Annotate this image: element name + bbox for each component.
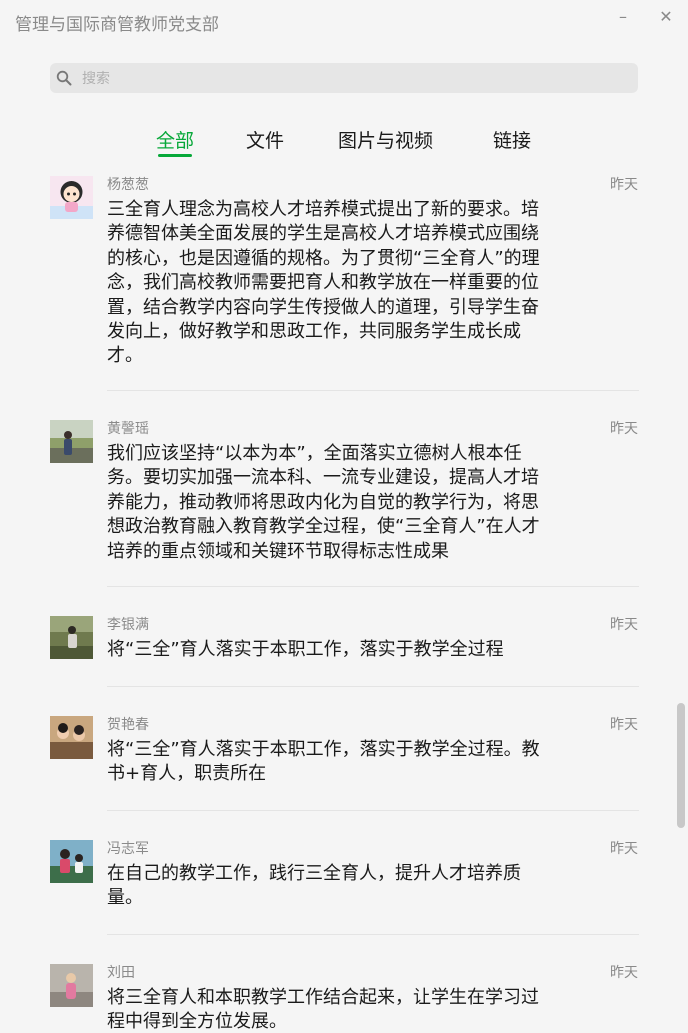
tab-files[interactable]: 文件 (246, 126, 284, 153)
message-time: 昨天 (610, 717, 638, 733)
message-text: 将三全育人和本职教学工作结合起来，让学生在学习过程中得到全方位发展。 (107, 987, 539, 1033)
tab-images-videos[interactable]: 图片与视频 (338, 126, 433, 153)
message-time: 昨天 (610, 965, 638, 981)
active-tab-indicator (158, 154, 192, 157)
family-photo-avatar[interactable] (50, 840, 93, 883)
divider (107, 934, 639, 935)
cartoon-girl-avatar[interactable] (50, 176, 93, 219)
divider (107, 810, 639, 811)
sender-name: 黄謦瑶 (107, 421, 149, 437)
sender-name: 刘田 (107, 965, 135, 981)
tab-all[interactable]: 全部 (156, 126, 194, 153)
message-time: 昨天 (610, 177, 638, 193)
message-text: 在自己的教学工作，践行三全育人，提升人才培养质量。 (107, 863, 521, 909)
scrollbar-thumb[interactable] (677, 703, 685, 828)
search-icon (56, 70, 72, 86)
divider (107, 586, 639, 587)
divider (107, 686, 639, 687)
divider (107, 390, 639, 391)
sender-name: 冯志军 (107, 841, 149, 857)
minimize-button[interactable]: – (612, 6, 634, 28)
message-time: 昨天 (610, 617, 638, 633)
person-photo-avatar[interactable] (50, 420, 93, 463)
group-photo-avatar[interactable] (50, 716, 93, 759)
tab-links[interactable]: 链接 (493, 126, 531, 153)
title-bar: 管理与国际商管教师党支部 – ✕ (0, 0, 688, 44)
message-text: 将“三全”育人落实于本职工作，落实于教学全过程。教书+育人，职责所在 (107, 739, 540, 785)
message-text: 将“三全”育人落实于本职工作，落实于教学全过程 (107, 639, 504, 660)
outdoor-photo-avatar[interactable] (50, 616, 93, 659)
message-text: 我们应该坚持“以本为本”，全面落实立德树人根本任务。要切实加强一流本科、一流专业… (107, 443, 540, 562)
sender-name: 李银满 (107, 617, 149, 633)
window-title: 管理与国际商管教师党支部 (15, 15, 219, 35)
sender-name: 杨葱葱 (107, 177, 149, 193)
message-text: 三全育人理念为高校人才培养模式提出了新的要求。培养德智体美全面发展的学生是高校人… (107, 199, 540, 367)
search-bar (50, 63, 638, 95)
filter-tabs: 全部 文件 图片与视频 链接 (0, 118, 688, 162)
sender-name: 贺艳春 (107, 717, 149, 733)
message-time: 昨天 (610, 841, 638, 857)
message-time: 昨天 (610, 421, 638, 437)
child-photo-avatar[interactable] (50, 964, 93, 1007)
message-list: 杨葱葱 昨天 三全育人理念为高校人才培养模式提出了新的要求。培养德智体美全面发展… (0, 170, 688, 1033)
search-input[interactable] (80, 63, 624, 95)
close-button[interactable]: ✕ (655, 6, 677, 28)
